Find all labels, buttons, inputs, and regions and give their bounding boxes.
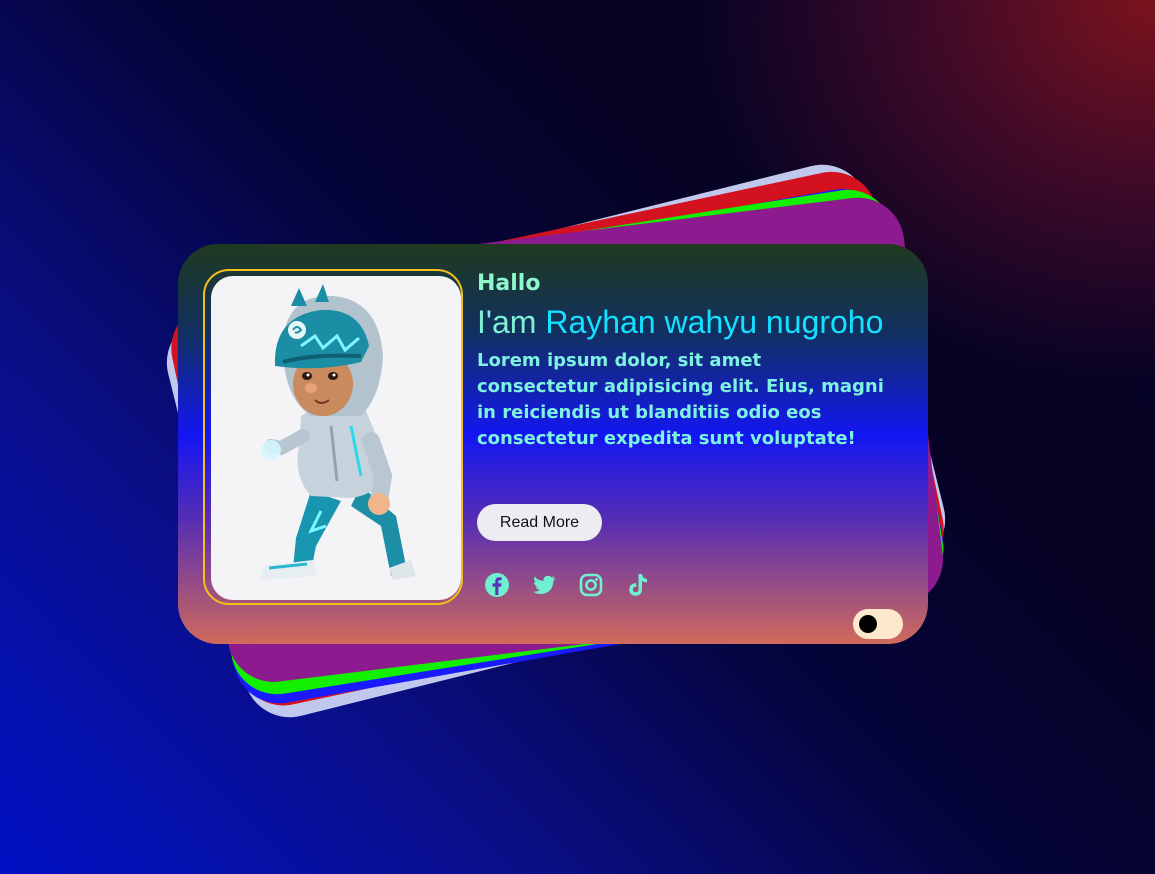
read-more-button[interactable]: Read More — [477, 504, 602, 541]
twitter-icon[interactable] — [531, 572, 557, 598]
greeting: Hallo — [477, 271, 541, 296]
avatar-frame — [203, 269, 463, 605]
name-heading: I'am Rayhan wahyu nugroho — [477, 302, 907, 342]
theme-toggle[interactable] — [853, 609, 903, 639]
social-links — [484, 572, 651, 598]
profile-card: Hallo I'am Rayhan wahyu nugroho Lorem ip… — [178, 244, 928, 644]
name-prefix: I'am — [477, 304, 537, 340]
instagram-icon[interactable] — [578, 572, 604, 598]
tiktok-icon[interactable] — [625, 572, 651, 598]
toggle-knob — [859, 615, 877, 633]
avatar — [211, 276, 461, 600]
bio-text: Lorem ipsum dolor, sit amet consectetur … — [477, 350, 884, 449]
intro-text: Hallo I'am Rayhan wahyu nugroho Lorem ip… — [477, 270, 907, 452]
full-name: Rayhan wahyu nugroho — [545, 304, 884, 340]
facebook-icon[interactable] — [484, 572, 510, 598]
cartoon-character-illustration — [261, 284, 416, 580]
